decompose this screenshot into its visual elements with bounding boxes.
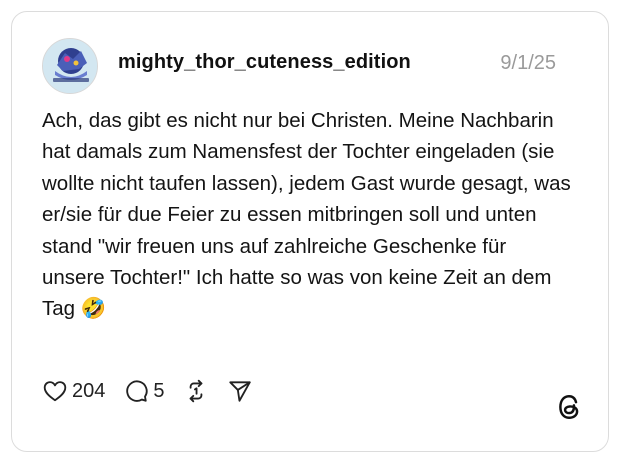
reply-count: 5 [153, 379, 165, 402]
repost-icon [183, 378, 209, 404]
send-icon [227, 378, 253, 404]
reply-button[interactable]: 5 [123, 378, 165, 404]
post-card: mighty_thor_cuteness_edition 9/1/25 Ach,… [11, 11, 609, 452]
heart-icon [42, 378, 68, 404]
share-button[interactable] [227, 378, 253, 404]
threads-logo-icon[interactable] [556, 393, 582, 421]
username[interactable]: mighty_thor_cuteness_edition [118, 51, 411, 74]
avatar[interactable] [42, 38, 98, 94]
comment-bubble-icon [123, 378, 149, 404]
like-button[interactable]: 204 [42, 378, 105, 404]
post-text: Ach, das gibt es nicht nur bei Christen.… [42, 109, 577, 321]
post-date: 9/1/25 [500, 52, 556, 74]
avatar-image-icon [43, 39, 97, 93]
like-count: 204 [72, 379, 106, 402]
post-actions: 204 5 [42, 376, 271, 406]
repost-button[interactable] [183, 378, 209, 404]
